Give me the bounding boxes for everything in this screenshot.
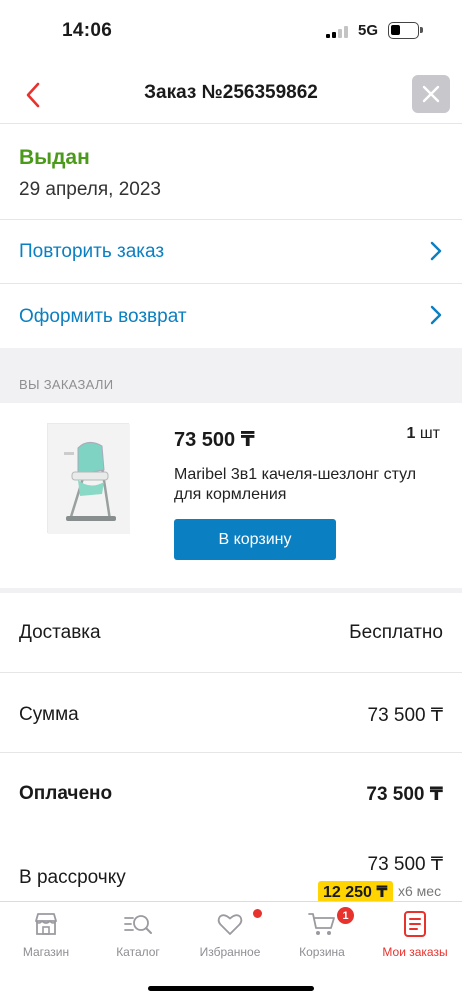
add-to-cart-button[interactable]: В корзину xyxy=(174,519,336,560)
delivery-label: Доставка xyxy=(19,622,101,643)
tab-my-orders-label: Мои заказы xyxy=(382,945,448,959)
order-status: Выдан xyxy=(19,146,90,169)
return-order-label: Оформить возврат xyxy=(19,305,187,327)
return-order-link[interactable]: Оформить возврат xyxy=(0,285,462,348)
product-quantity: 1 шт xyxy=(406,425,440,443)
heart-icon xyxy=(217,914,243,935)
delivery-row: Доставка Бесплатно xyxy=(0,593,462,673)
page-title: Заказ №256359862 xyxy=(144,82,318,103)
tab-cart-label: Корзина xyxy=(299,945,345,959)
cart-count-badge: 1 xyxy=(337,907,354,924)
installment-monthly-badge: 12 250 ₸ xyxy=(318,881,393,903)
tab-my-orders[interactable]: Мои заказы xyxy=(368,902,462,966)
installment-label: В рассрочку xyxy=(19,867,126,888)
sum-label: Сумма xyxy=(19,704,79,725)
quantity-unit: шт xyxy=(419,425,440,442)
order-item: 73 500 ₸ 1 шт Maribel 3в1 качеля-шезлонг… xyxy=(0,403,462,591)
order-status-block: Выдан 29 апреля, 2023 xyxy=(0,124,462,220)
store-icon xyxy=(35,913,57,935)
close-icon xyxy=(422,85,440,103)
tab-favorites[interactable]: Избранное xyxy=(184,902,276,966)
section-title: ВЫ ЗАКАЗАЛИ xyxy=(19,377,114,392)
orders-icon xyxy=(404,911,426,937)
product-name[interactable]: Maribel 3в1 качеля-шезлонг стул для корм… xyxy=(174,465,434,505)
tab-catalog[interactable]: Каталог xyxy=(92,902,184,966)
paid-row: Оплачено 73 500 ₸ xyxy=(0,753,462,833)
ordered-items-header: ВЫ ЗАКАЗАЛИ xyxy=(0,348,462,403)
repeat-order-label: Повторить заказ xyxy=(19,241,165,262)
chevron-right-icon xyxy=(430,305,442,325)
navigation-header: Заказ №256359862 xyxy=(0,62,462,124)
installment-value: 73 500 ₸ xyxy=(367,854,443,875)
installment-months: х6 мес xyxy=(398,883,442,899)
bottom-tab-bar: Магазин Каталог Избранное Корзина Мои за… xyxy=(0,901,462,1000)
network-type: 5G xyxy=(358,22,379,39)
close-button[interactable] xyxy=(412,75,450,113)
tab-favorites-label: Избранное xyxy=(199,945,261,959)
favorites-notification-dot xyxy=(253,909,262,918)
repeat-order-link[interactable]: Повторить заказ xyxy=(0,221,462,284)
status-bar: 14:06 5G xyxy=(0,0,462,62)
tab-store[interactable]: Магазин xyxy=(0,902,92,966)
delivery-value: Бесплатно xyxy=(349,622,443,643)
catalog-search-icon xyxy=(124,915,152,934)
battery-icon xyxy=(388,22,423,39)
high-chair-image xyxy=(48,424,130,534)
chevron-right-icon xyxy=(430,241,442,261)
quantity-number: 1 xyxy=(406,425,416,442)
product-image[interactable] xyxy=(47,423,130,534)
tab-store-label: Магазин xyxy=(22,945,70,959)
tab-catalog-label: Каталог xyxy=(116,945,160,959)
sum-value: 73 500 ₸ xyxy=(367,705,443,726)
status-time: 14:06 xyxy=(62,20,113,41)
tab-cart[interactable]: Корзина xyxy=(276,902,368,966)
signal-strength-icon xyxy=(326,26,352,38)
order-date: 29 апреля, 2023 xyxy=(19,179,161,200)
sum-row: Сумма 73 500 ₸ xyxy=(0,673,462,753)
paid-label: Оплачено xyxy=(19,783,113,804)
installment-row: В рассрочку 73 500 ₸ 12 250 ₸ х6 мес xyxy=(0,833,462,903)
cart-icon xyxy=(308,913,335,935)
home-indicator[interactable] xyxy=(148,986,314,991)
product-price: 73 500 ₸ xyxy=(174,429,255,451)
paid-value: 73 500 ₸ xyxy=(366,784,443,805)
